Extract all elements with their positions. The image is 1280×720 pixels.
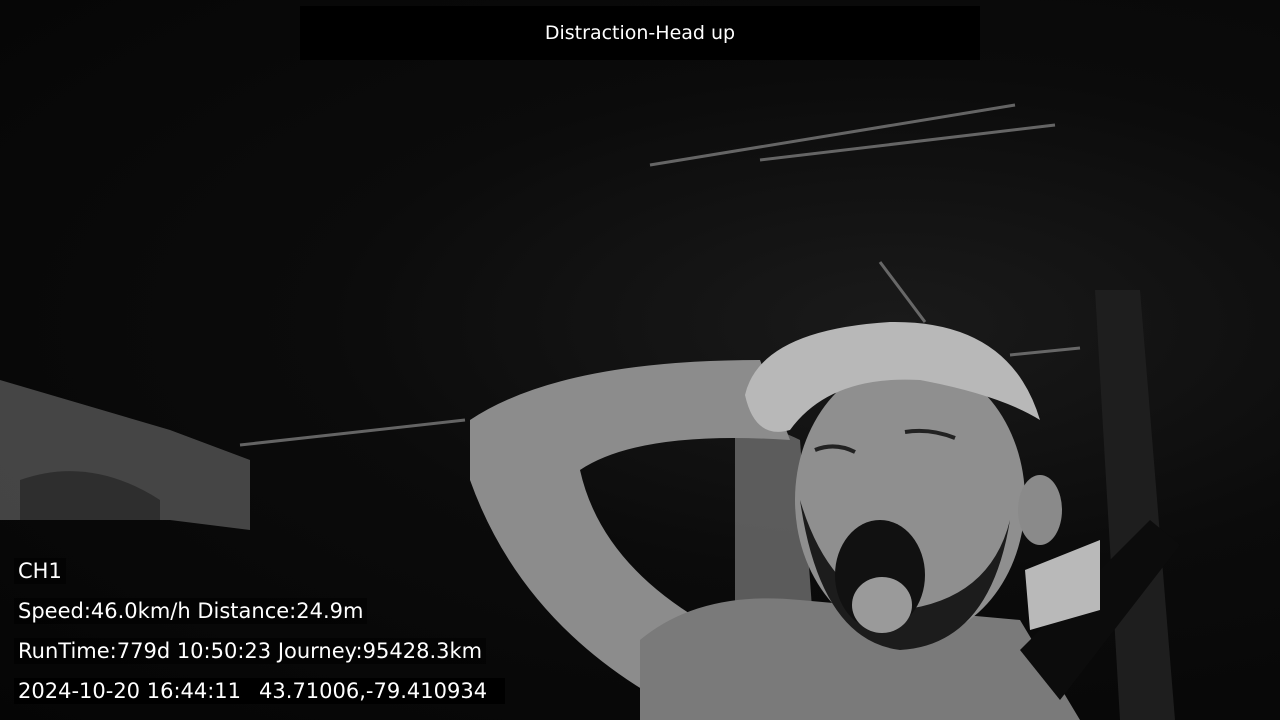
alert-title: Distraction-Head up <box>544 22 736 44</box>
osd-datetime-gps: 2024-10-20 16:44:11 43.71006,-79.410934 <box>14 678 506 704</box>
osd-datetime: 2024-10-20 16:44:11 <box>18 679 242 703</box>
camera-frame: Distraction-Head up CH1 Speed:46.0km/h D… <box>0 0 1280 720</box>
osd-runtime-journey: RunTime:779d 10:50:23 Journey:95428.3km <box>14 638 487 664</box>
alert-banner: Distraction-Head up <box>300 6 980 60</box>
osd-channel: CH1 <box>14 558 66 584</box>
osd-speed-distance: Speed:46.0km/h Distance:24.9m <box>14 598 368 624</box>
osd-gps: 43.71006,-79.410934 <box>259 679 488 703</box>
